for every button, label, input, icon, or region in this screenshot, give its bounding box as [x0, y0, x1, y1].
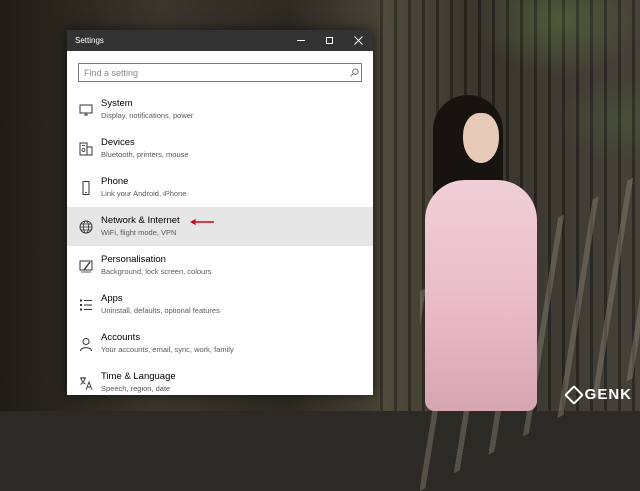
settings-item-network-internet[interactable]: Network & Internet WiFi, flight mode, VP…: [67, 207, 373, 246]
monitor-icon: [71, 102, 101, 118]
devices-icon: [71, 141, 101, 157]
item-title: Time & Language: [101, 371, 176, 382]
close-button[interactable]: [344, 30, 373, 51]
item-description: Uninstall, defaults, optional features: [101, 306, 220, 315]
red-arrow-annotation-icon: [190, 218, 214, 226]
item-description: Link your Android, iPhone: [101, 189, 187, 198]
title-bar[interactable]: Settings: [67, 30, 373, 51]
woman-photo: [415, 95, 540, 411]
maximize-icon: [326, 37, 333, 44]
watermark-text: GENK: [584, 386, 632, 403]
watermark-logo: GENK: [563, 384, 632, 405]
window-title: Settings: [75, 36, 104, 45]
settings-item-time-language[interactable]: Time & Language Speech, region, date: [67, 363, 373, 395]
item-description: Background, lock screen, colours: [101, 267, 212, 276]
settings-item-accounts[interactable]: Accounts Your accounts, email, sync, wor…: [67, 324, 373, 363]
item-description: Speech, region, date: [101, 384, 171, 393]
item-title: Phone: [101, 176, 129, 187]
person-icon: [71, 336, 101, 352]
item-title: Personalisation: [101, 254, 166, 265]
item-title: Network & Internet: [101, 215, 180, 226]
item-title: Accounts: [101, 332, 141, 343]
maximize-button[interactable]: [315, 30, 344, 51]
logo-mark-icon: [563, 384, 584, 405]
window-controls: [286, 30, 373, 51]
settings-window: Settings System Display, notifications, …: [67, 30, 373, 395]
settings-item-system[interactable]: System Display, notifications, power: [67, 90, 373, 129]
settings-item-devices[interactable]: Devices Bluetooth, printers, mouse: [67, 129, 373, 168]
item-title: Devices: [101, 137, 135, 148]
settings-item-apps[interactable]: Apps Uninstall, defaults, optional featu…: [67, 285, 373, 324]
apps-list-icon: [71, 297, 101, 313]
search-input[interactable]: [79, 65, 347, 80]
item-description: WiFi, flight mode, VPN: [101, 228, 177, 237]
item-title: System: [101, 98, 133, 109]
settings-category-list: System Display, notifications, power Dev…: [67, 90, 373, 395]
minimize-icon: [296, 40, 305, 41]
item-title: Apps: [101, 293, 123, 304]
settings-item-phone[interactable]: Phone Link your Android, iPhone: [67, 168, 373, 207]
search-box[interactable]: [78, 63, 362, 82]
globe-icon: [71, 219, 101, 235]
minimize-button[interactable]: [286, 30, 315, 51]
time-language-icon: [71, 375, 101, 391]
settings-item-personalisation[interactable]: Personalisation Background, lock screen,…: [67, 246, 373, 285]
phone-icon: [71, 180, 101, 196]
search-icon[interactable]: [347, 68, 361, 77]
item-description: Bluetooth, printers, mouse: [101, 150, 189, 159]
close-icon: [354, 36, 363, 45]
item-description: Display, notifications, power: [101, 111, 194, 120]
item-description: Your accounts, email, sync, work, family: [101, 345, 234, 354]
paint-icon: [71, 258, 101, 274]
